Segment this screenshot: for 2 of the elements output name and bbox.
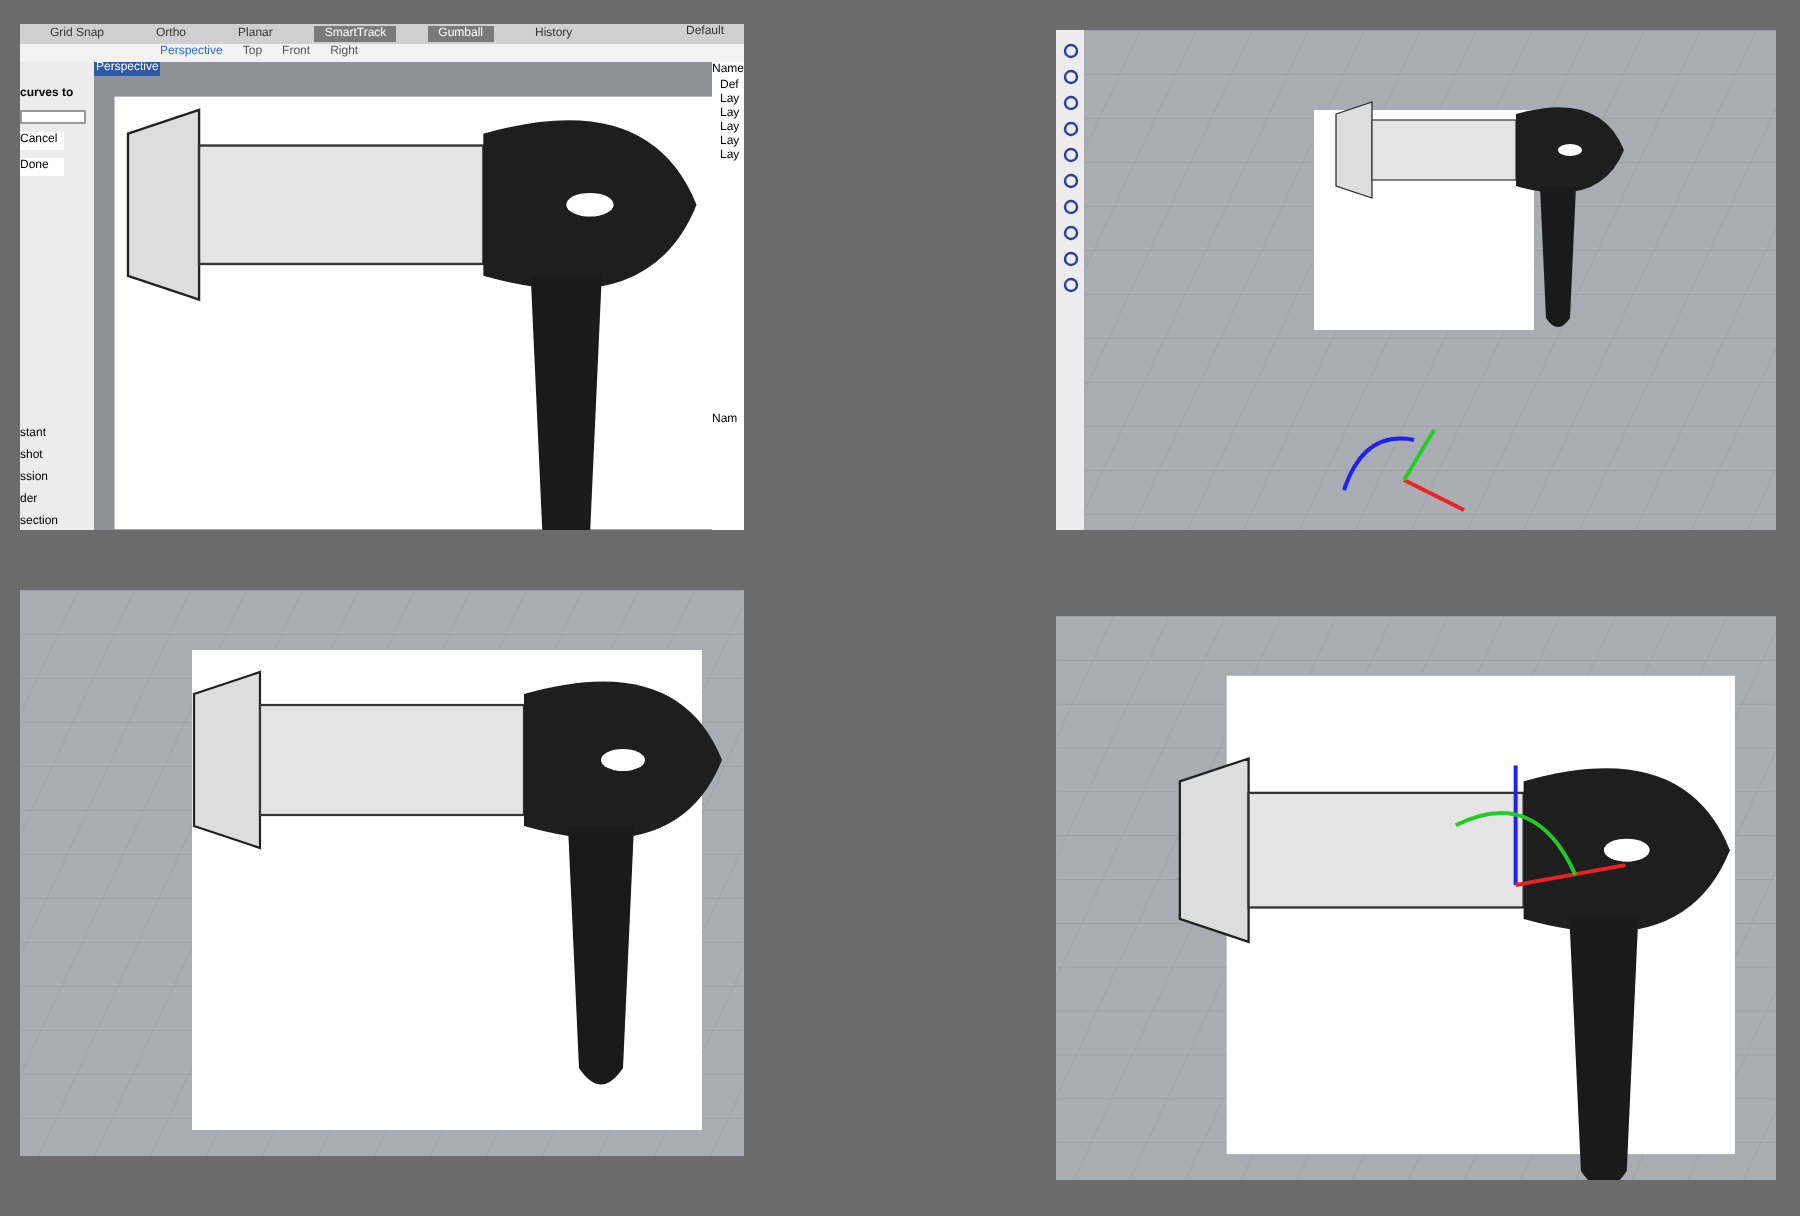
input-field[interactable]: [20, 110, 86, 125]
axis-gizmo-drawing: [1342, 428, 1465, 512]
